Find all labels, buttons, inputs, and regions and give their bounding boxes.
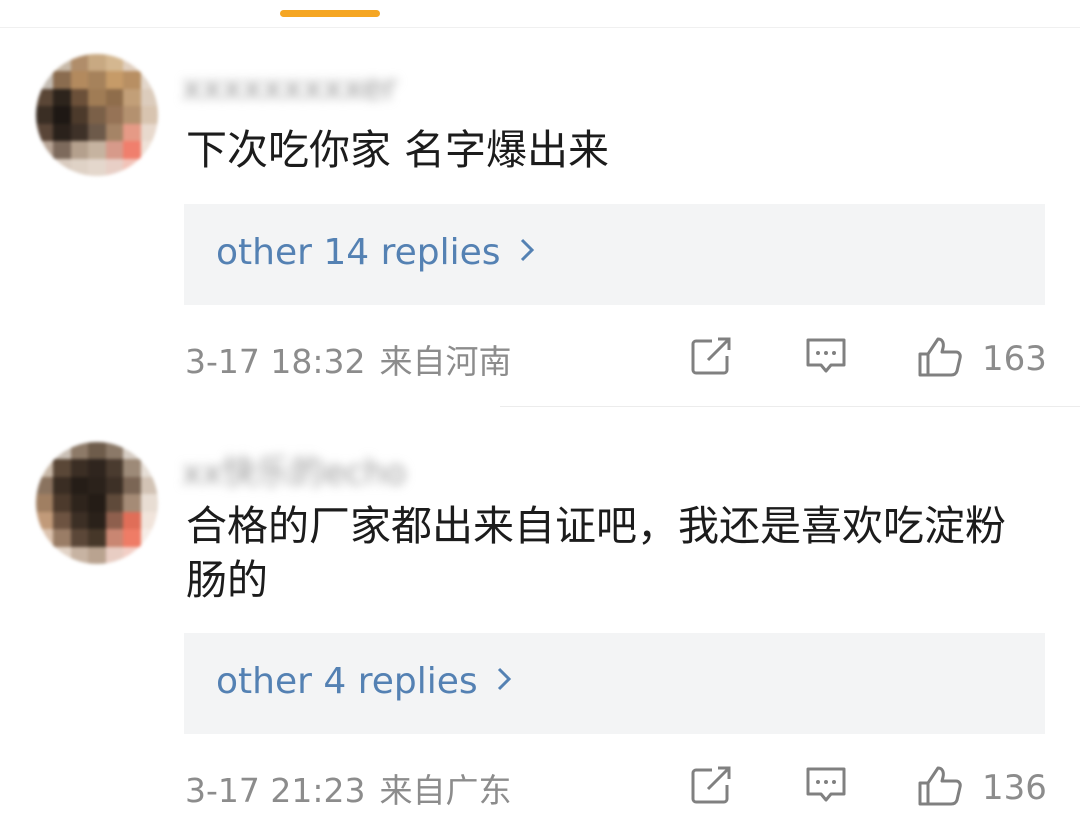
like-count: 163 xyxy=(982,339,1047,379)
like-count: 136 xyxy=(982,768,1047,808)
comment-item: xxxxxxxxxer 下次吃你家 名字爆出来 other 14 replies… xyxy=(0,28,1080,406)
comment-text: 下次吃你家 名字爆出来 xyxy=(186,126,610,174)
share-button[interactable] xyxy=(690,336,734,380)
comment-icon xyxy=(804,336,848,380)
replies-label: other 14 replies xyxy=(216,232,501,273)
comment-button[interactable] xyxy=(804,765,848,809)
chevron-right-icon xyxy=(496,665,512,699)
replies-box[interactable]: other 14 replies xyxy=(184,204,1045,305)
avatar[interactable] xyxy=(36,54,158,176)
comment-text: 合格的厂家都出来自证吧，我还是喜欢吃淀粉肠的 xyxy=(186,502,1006,604)
username[interactable]: xxxxxxxxxer xyxy=(182,68,397,108)
comment-meta: 3-17 21:23 来自广东 xyxy=(185,764,512,812)
timestamp: 3-17 21:23 xyxy=(185,771,366,810)
comment-item: xx快乐的echo 合格的厂家都出来自证吧，我还是喜欢吃淀粉肠的 other 4… xyxy=(0,407,1080,835)
location: 来自广东 xyxy=(379,771,512,810)
thumbs-up-icon xyxy=(916,336,964,382)
view-replies-link[interactable]: other 14 replies xyxy=(216,232,535,273)
share-button[interactable] xyxy=(690,765,734,809)
location: 来自河南 xyxy=(379,342,512,381)
timestamp: 3-17 18:32 xyxy=(185,342,366,381)
share-icon xyxy=(690,765,734,809)
share-icon xyxy=(690,336,734,380)
view-replies-link[interactable]: other 4 replies xyxy=(216,661,512,702)
like-button[interactable]: 136 xyxy=(916,765,1047,811)
active-tab-indicator xyxy=(280,10,380,17)
avatar[interactable] xyxy=(36,442,158,564)
thumbs-up-icon xyxy=(916,765,964,811)
comment-button[interactable] xyxy=(804,336,848,380)
chevron-right-icon xyxy=(519,236,535,270)
replies-box[interactable]: other 4 replies xyxy=(184,633,1045,734)
username[interactable]: xx快乐的echo xyxy=(182,445,406,494)
comment-meta: 3-17 18:32 来自河南 xyxy=(185,335,512,383)
like-button[interactable]: 163 xyxy=(916,336,1047,382)
replies-label: other 4 replies xyxy=(216,661,478,702)
comment-icon xyxy=(804,765,848,809)
